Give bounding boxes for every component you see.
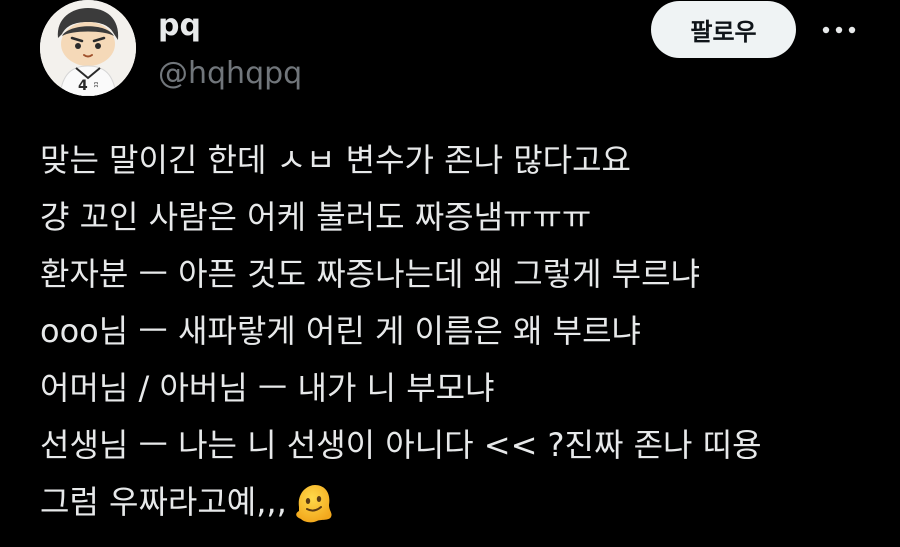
follow-button[interactable]: 팔로우 xyxy=(651,1,796,58)
tweet-line: 어머님 / 아버님 ㅡ 내가 니 부모냐 xyxy=(40,369,495,407)
more-options-button[interactable] xyxy=(815,10,863,50)
avatar[interactable]: 4 ʭ xyxy=(40,0,136,96)
tweet-line: 걍 꼬인 사람은 어케 불러도 짜증냄ㅠㅠㅠ xyxy=(40,198,592,236)
tweet-line: ooo님 ㅡ 새파랗게 어린 게 이름은 왜 부르냐 xyxy=(40,312,641,350)
tweet-line: 선생님 ㅡ 나는 니 선생이 아니다 << ?진짜 존나 띠용 xyxy=(40,426,762,464)
user-handle[interactable]: @hqhqpq xyxy=(158,54,302,94)
svg-text:ʭ: ʭ xyxy=(94,81,98,90)
melting-face-emoji xyxy=(291,481,335,525)
plush-doll-avatar-icon: 4 ʭ xyxy=(40,0,136,96)
tweet-line: 맞는 말이긴 한데 ㅅㅂ 변수가 존나 많다고요 xyxy=(40,141,631,179)
more-options-icon xyxy=(822,26,856,34)
tweet-line-text: 그럼 우짜라고예,,, xyxy=(40,483,287,521)
display-name[interactable]: pq xyxy=(158,6,201,46)
tweet-text: 맞는 말이긴 한데 ㅅㅂ 변수가 존나 많다고요 걍 꼬인 사람은 어케 불러도… xyxy=(40,132,890,531)
tweet-line: 환자분 ㅡ 아픈 것도 짜증나는데 왜 그렇게 부르냐 xyxy=(40,255,701,293)
svg-text:4: 4 xyxy=(78,78,88,94)
tweet-last-line: 그럼 우짜라고예,,, xyxy=(40,474,890,531)
